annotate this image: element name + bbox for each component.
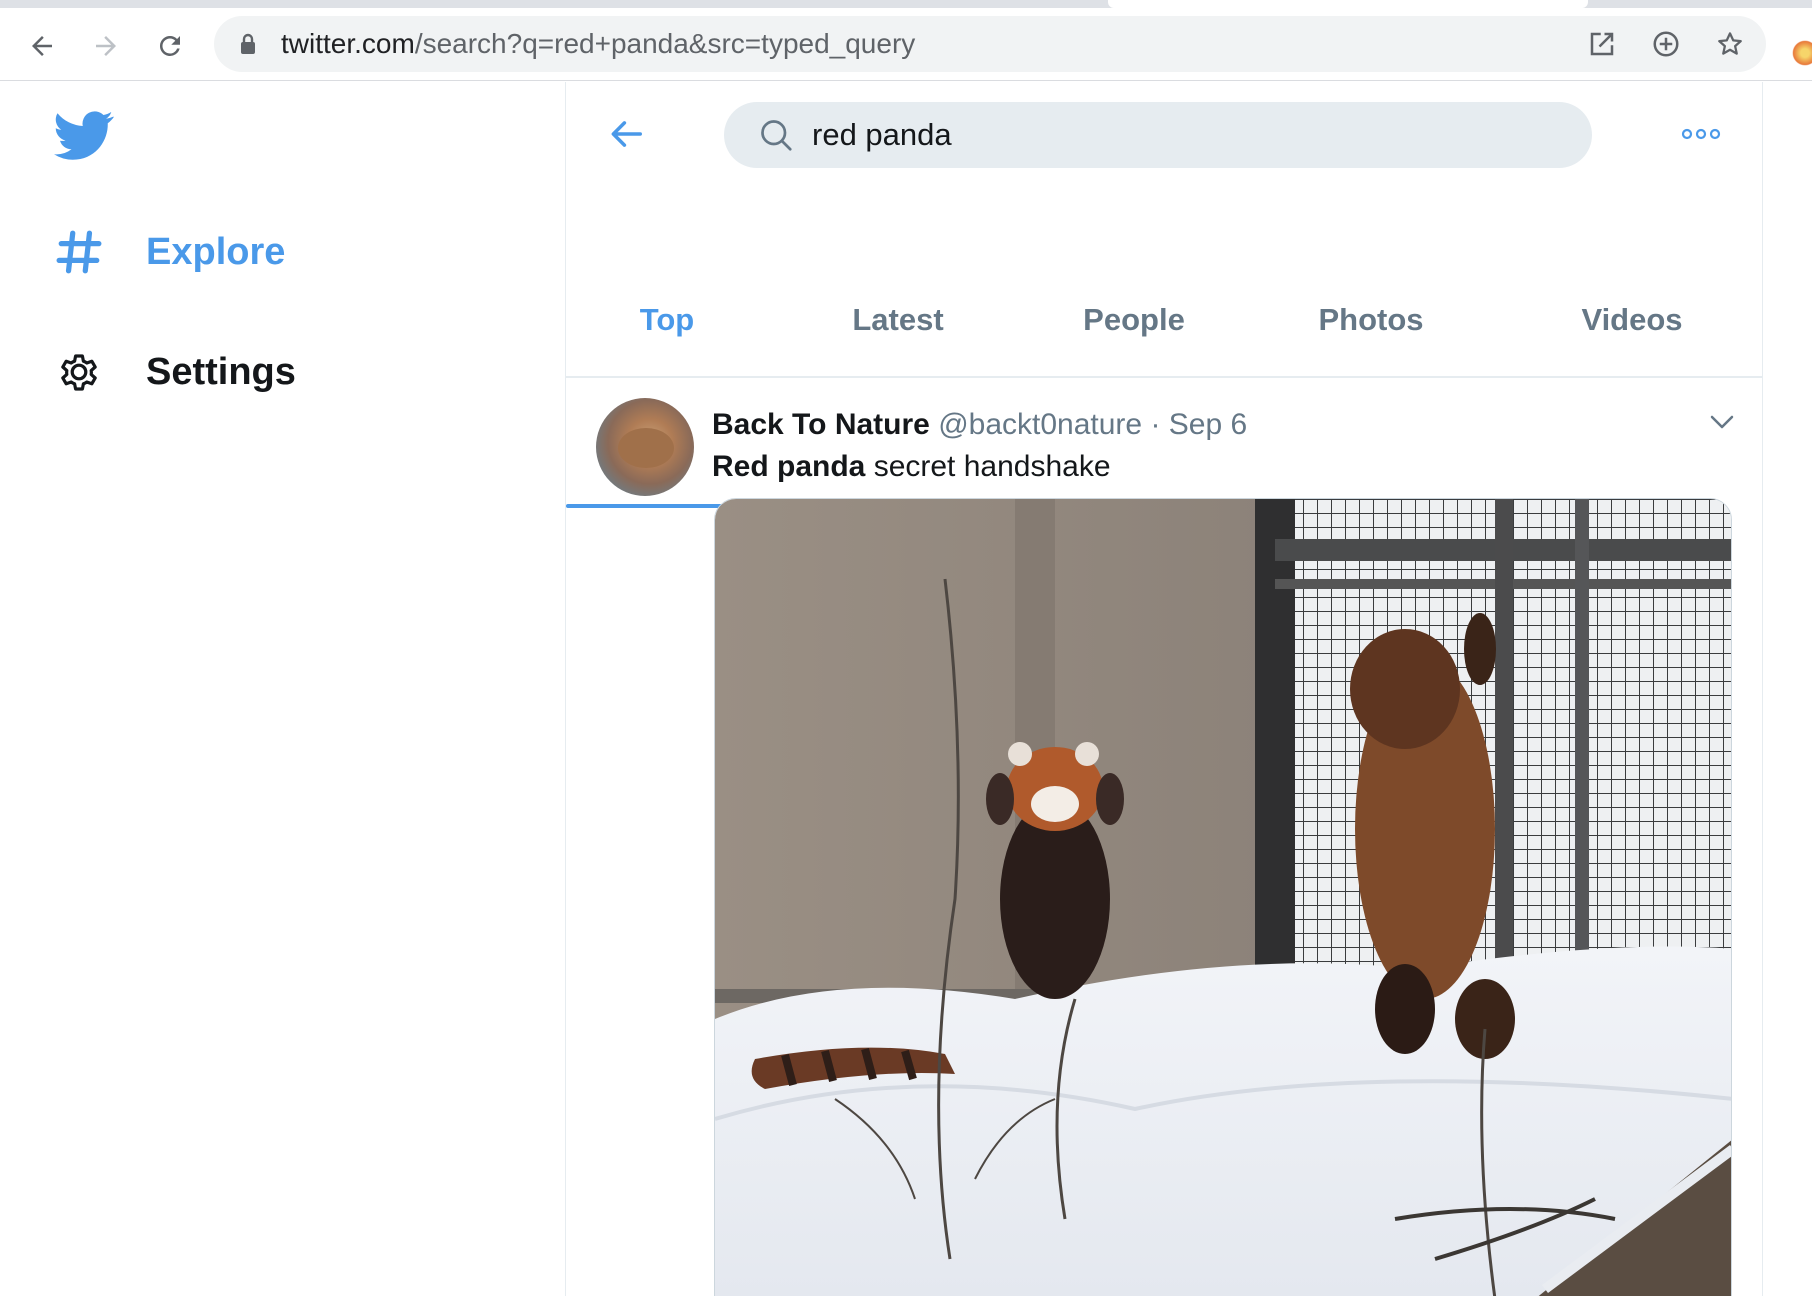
url-text[interactable]: twitter.com/search?q=red+panda&src=typed…	[281, 29, 915, 59]
tweet-text-rest: secret handshake	[865, 450, 1111, 483]
hashtag-icon	[54, 227, 104, 277]
arrow-left-icon	[611, 121, 642, 147]
star-icon	[1718, 32, 1742, 55]
browser-back-button[interactable]	[20, 24, 64, 68]
twitter-bird-icon[interactable]	[54, 110, 114, 162]
tweet-header: Back To Nature @backt0nature · Sep 6	[712, 408, 1247, 442]
sidebar-item-explore[interactable]: Explore	[54, 217, 285, 287]
arrow-right-icon	[96, 36, 116, 56]
tab-videos[interactable]: Videos	[1502, 218, 1762, 376]
browser-reload-button[interactable]	[148, 24, 192, 68]
search-input[interactable]	[812, 114, 1552, 156]
column-divider	[1762, 82, 1763, 1296]
separator-dot: ·	[1150, 408, 1161, 441]
user-handle[interactable]: @backt0nature	[938, 408, 1142, 441]
sidebar-item-label: Settings	[146, 350, 296, 393]
sidebar-item-label: Explore	[146, 230, 286, 273]
back-button[interactable]	[604, 112, 648, 156]
search-tabs: Top Latest People Photos Videos	[566, 218, 1762, 508]
search-icon	[761, 120, 792, 151]
gear-icon	[54, 347, 104, 397]
browser-forward-button[interactable]	[84, 24, 128, 68]
browser-tab-strip	[0, 0, 1812, 8]
arrow-left-icon	[32, 36, 52, 56]
sidebar: Explore Settings	[0, 82, 565, 1296]
plus-circle-icon	[1653, 31, 1679, 57]
tab-top[interactable]: Top	[566, 218, 768, 376]
sidebar-item-settings[interactable]: Settings	[54, 337, 296, 407]
tab-people[interactable]: People	[1028, 218, 1240, 376]
lock-icon	[241, 33, 255, 54]
tab-photos[interactable]: Photos	[1240, 218, 1502, 376]
url-path: /search?q=red+panda&src=typed_query	[414, 28, 916, 59]
address-bar[interactable]: twitter.com/search?q=red+panda&src=typed…	[214, 16, 1766, 72]
install-app-button[interactable]	[1650, 28, 1682, 60]
extension-icon[interactable]	[1790, 38, 1812, 68]
tweet[interactable]: Back To Nature @backt0nature · Sep 6 Red…	[566, 380, 1762, 1296]
video-frame-image	[715, 499, 1731, 1296]
avatar[interactable]	[596, 398, 694, 496]
tweet-menu-button[interactable]	[1702, 402, 1742, 442]
search-box[interactable]	[724, 102, 1592, 168]
browser-active-tab[interactable]	[1108, 0, 1588, 8]
tweet-text: Red panda secret handshake	[712, 450, 1111, 484]
reload-icon	[159, 35, 180, 56]
more-options-button[interactable]	[1676, 112, 1726, 156]
main-column: Top Latest People Photos Videos Back To …	[566, 82, 1762, 1296]
tweet-text-bold: Red panda	[712, 450, 866, 483]
open-external-icon	[1590, 32, 1614, 56]
tweet-video[interactable]	[714, 498, 1732, 1296]
bookmark-star-button[interactable]	[1714, 28, 1746, 60]
avatar-figure	[618, 428, 674, 468]
chevron-down-icon	[1710, 415, 1734, 429]
browser-toolbar: twitter.com/search?q=red+panda&src=typed…	[0, 8, 1812, 81]
display-name[interactable]: Back To Nature	[712, 408, 930, 441]
open-external-button[interactable]	[1586, 28, 1618, 60]
tweet-date[interactable]: Sep 6	[1169, 408, 1247, 441]
more-horizontal-icon	[1681, 128, 1721, 140]
tab-latest[interactable]: Latest	[768, 218, 1028, 376]
url-host: twitter.com	[281, 28, 415, 59]
